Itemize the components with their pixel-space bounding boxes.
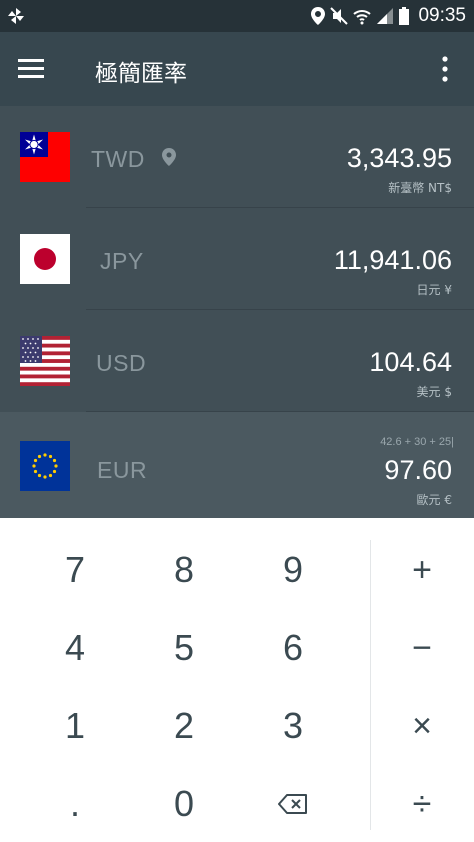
currency-row-jpy[interactable]: JPY 11,941.06 日元 ¥ bbox=[0, 208, 474, 310]
currency-code: JPY bbox=[100, 248, 144, 274]
key-4[interactable]: 4 bbox=[21, 609, 129, 687]
currency-row-usd[interactable]: USD 104.64 美元 $ bbox=[0, 310, 474, 412]
key-6[interactable]: 6 bbox=[239, 609, 347, 687]
key-3[interactable]: 3 bbox=[239, 687, 347, 765]
currency-list: TWD 3,343.95 新臺幣 NT$ JPY 11,941.06 日元 ¥ bbox=[0, 106, 474, 518]
currency-amount: 104.64 bbox=[369, 347, 452, 377]
key-backspace[interactable] bbox=[239, 765, 347, 842]
eu-flag-icon bbox=[20, 441, 70, 491]
currency-code: EUR bbox=[97, 457, 148, 483]
key-minus[interactable]: − bbox=[368, 609, 474, 687]
keypad: 7 8 9 + 4 5 6 − 1 2 3 × . 0 ÷ bbox=[0, 518, 474, 842]
taiwan-flag-icon bbox=[20, 132, 70, 182]
currency-amount: 97.60 bbox=[384, 455, 452, 485]
status-time: 09:35 bbox=[418, 5, 466, 26]
key-8[interactable]: 8 bbox=[130, 531, 238, 609]
status-icons: 09:35 bbox=[311, 0, 466, 32]
currency-name: 美元 $ bbox=[416, 385, 452, 399]
key-multiply[interactable]: × bbox=[368, 687, 474, 765]
menu-icon[interactable] bbox=[18, 58, 46, 80]
calculator-expression: 42.6 + 30 + 25| bbox=[380, 436, 454, 448]
signal-icon bbox=[377, 8, 394, 24]
currency-row-eur[interactable]: EUR 42.6 + 30 + 25| 97.60 歐元 € bbox=[0, 412, 474, 518]
currency-name: 新臺幣 NT$ bbox=[388, 181, 452, 195]
wifi-icon bbox=[353, 10, 372, 25]
key-5[interactable]: 5 bbox=[130, 609, 238, 687]
app-title: 極簡匯率 bbox=[95, 61, 187, 87]
status-bar: 09:35 bbox=[0, 0, 474, 32]
backspace-icon bbox=[278, 794, 307, 814]
japan-flag-icon bbox=[20, 234, 70, 284]
currency-code: TWD bbox=[91, 146, 145, 172]
key-plus[interactable]: + bbox=[368, 531, 474, 609]
pinwheel-icon bbox=[8, 8, 24, 24]
key-decimal[interactable]: . bbox=[21, 765, 129, 842]
location-pin-icon bbox=[162, 148, 176, 166]
key-7[interactable]: 7 bbox=[21, 531, 129, 609]
key-0[interactable]: 0 bbox=[130, 765, 238, 842]
mute-icon bbox=[330, 7, 349, 25]
battery-icon bbox=[399, 7, 410, 25]
more-vert-icon[interactable] bbox=[440, 56, 450, 82]
location-icon bbox=[311, 7, 326, 25]
currency-code: USD bbox=[96, 350, 147, 376]
currency-name: 歐元 € bbox=[416, 493, 452, 507]
currency-row-twd[interactable]: TWD 3,343.95 新臺幣 NT$ bbox=[0, 106, 474, 208]
key-divide[interactable]: ÷ bbox=[368, 765, 474, 842]
usa-flag-icon bbox=[20, 336, 70, 386]
currency-name: 日元 ¥ bbox=[416, 283, 452, 297]
app-bar: 極簡匯率 bbox=[0, 32, 474, 106]
currency-amount: 3,343.95 bbox=[346, 143, 452, 173]
key-9[interactable]: 9 bbox=[239, 531, 347, 609]
key-1[interactable]: 1 bbox=[21, 687, 129, 765]
currency-amount: 11,941.06 bbox=[333, 245, 452, 275]
key-2[interactable]: 2 bbox=[130, 687, 238, 765]
